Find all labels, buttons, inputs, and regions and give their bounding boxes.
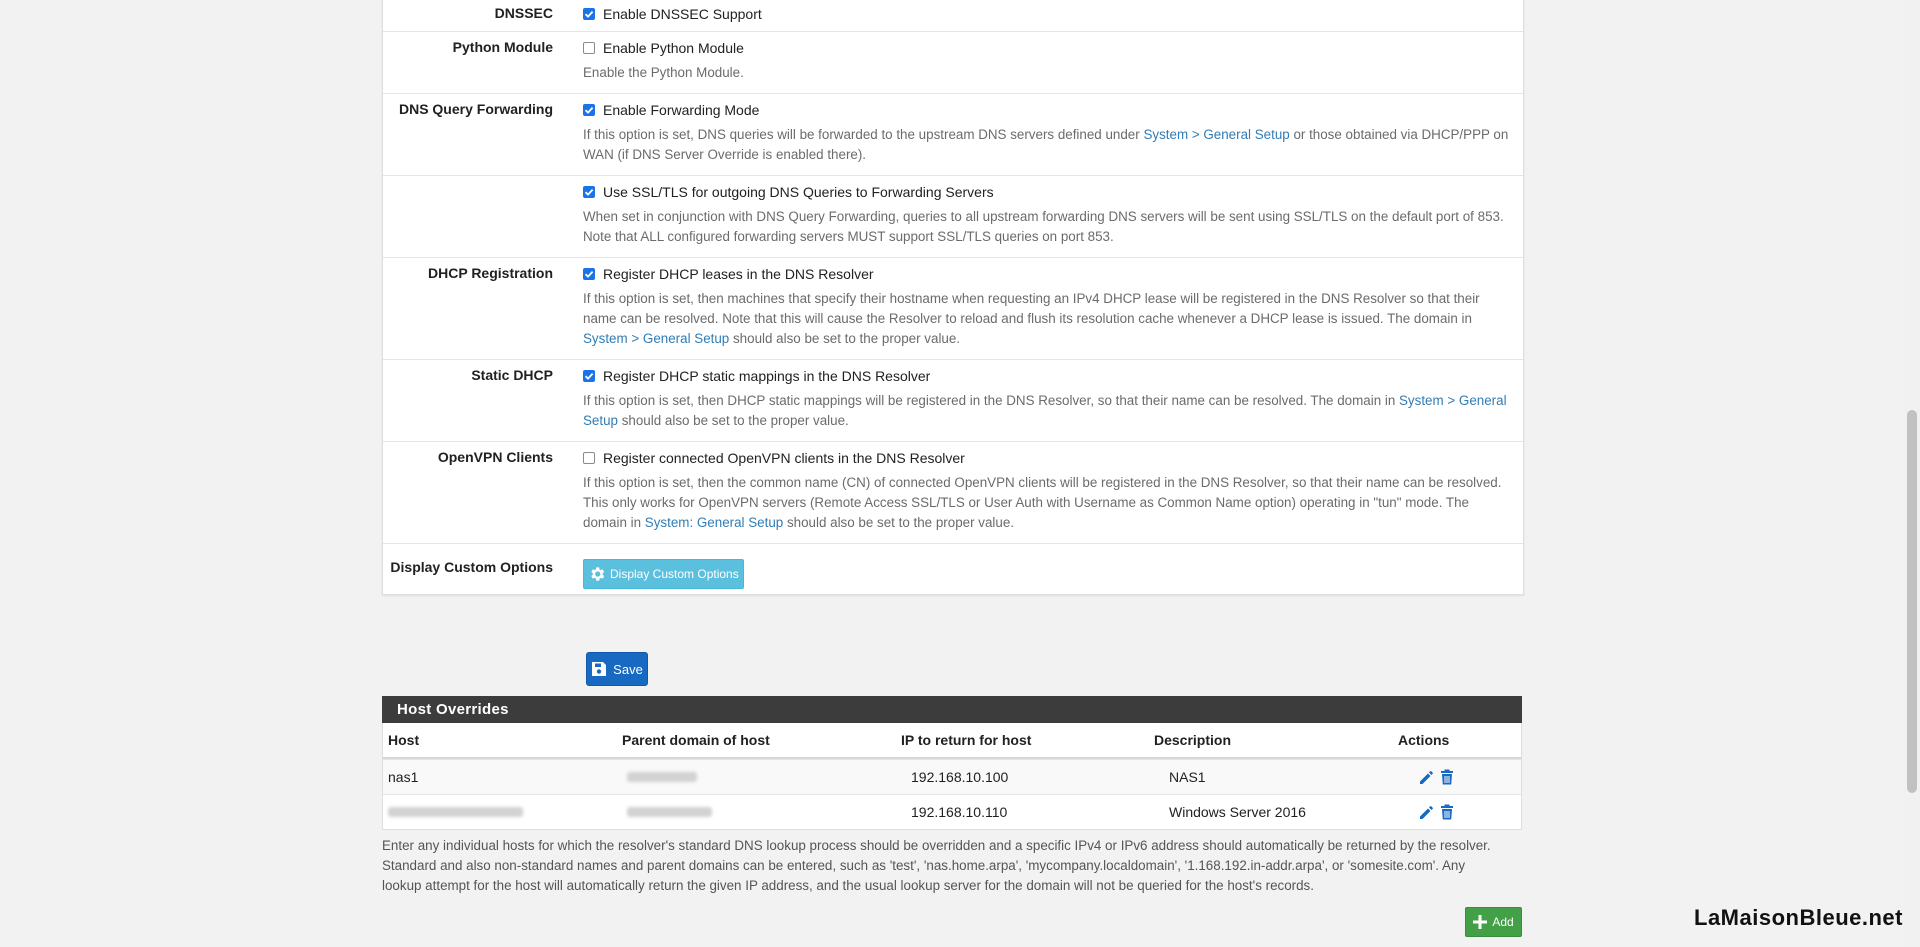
host-overrides-help: Enter any individual hosts for which the… [382,838,1491,893]
dnssec-label: DNSSEC [494,5,553,21]
static-dhcp-checkbox-label[interactable]: Register DHCP static mappings in the DNS… [603,368,930,384]
openvpn-clients-checkbox-label[interactable]: Register connected OpenVPN clients in th… [603,450,965,466]
dhcp-registration-help-text-end: should also be set to the proper value. [729,331,961,346]
ip-cell: 192.168.10.110 [911,804,1008,820]
scrollbar-thumb[interactable] [1907,410,1917,793]
description-cell: Windows Server 2016 [1169,804,1306,820]
add-label[interactable]: Add [1492,915,1513,929]
dns-query-forwarding-label: DNS Query Forwarding [398,101,553,117]
host-overrides-table: Host Parent domain of host IP to return … [382,723,1522,830]
column-header-host[interactable]: Host [383,732,622,748]
python-module-help: Enable the Python Module. [583,65,744,80]
dnssec-checkbox[interactable] [583,8,595,20]
dhcp-registration-help: If this option is set, then machines tha… [583,289,1515,349]
forwarding-help: If this option is set, DNS queries will … [583,125,1515,165]
static-dhcp-help-text: If this option is set, then DHCP static … [583,393,1399,408]
dhcp-registration-checkbox[interactable] [583,268,595,280]
parent-domain-cell [622,804,906,820]
ssl-tls-label [383,176,553,257]
trash-icon[interactable] [1438,768,1456,786]
parent-domain-cell [622,769,906,785]
openvpn-clients-checkbox[interactable] [583,452,595,464]
python-module-label: Python Module [452,39,553,55]
row-dnssec: DNSSEC Enable DNSSEC Support [383,0,1523,31]
save-icon [592,662,607,676]
static-dhcp-checkbox[interactable] [583,370,595,382]
trash-icon[interactable] [1438,803,1456,821]
general-setup-link[interactable]: System: General Setup [645,515,783,530]
row-python-module: Python Module Enable Python Module Enabl… [383,31,1523,93]
row-custom-options: Display Custom Options Display Custom Op… [383,543,1523,594]
static-dhcp-help-text-end: should also be set to the proper value. [618,413,849,428]
openvpn-clients-label: OpenVPN Clients [437,449,553,465]
gear-icon [591,567,605,581]
forwarding-help-text: If this option is set, DNS queries will … [583,127,1144,142]
display-custom-options-label[interactable]: Display Custom Options [610,567,739,581]
column-header-ip[interactable]: IP to return for host [901,732,1154,748]
column-header-parent-domain[interactable]: Parent domain of host [622,732,901,748]
host-overrides-title: Host Overrides [382,696,1522,723]
vertical-scrollbar[interactable] [1903,0,1920,947]
row-dhcp-registration: DHCP Registration Register DHCP leases i… [383,257,1523,359]
row-openvpn-clients: OpenVPN Clients Register connected OpenV… [383,441,1523,543]
general-setup-link[interactable]: System > General Setup [1143,127,1289,142]
custom-options-label: Display Custom Options [390,559,553,575]
static-dhcp-help: If this option is set, then DHCP static … [583,391,1515,431]
openvpn-clients-help: If this option is set, then the common n… [583,473,1515,533]
dnssec-checkbox-label[interactable]: Enable DNSSEC Support [603,6,762,22]
ssl-tls-checkbox-label[interactable]: Use SSL/TLS for outgoing DNS Queries to … [603,184,994,200]
plus-icon [1473,915,1488,929]
actions-cell [1413,803,1521,821]
save-button[interactable]: Save [586,652,648,686]
ssl-tls-help: When set in conjunction with DNS Query F… [583,209,1504,244]
dhcp-registration-checkbox-label[interactable]: Register DHCP leases in the DNS Resolver [603,266,874,282]
watermark: LaMaisonBleue.net [1694,905,1903,930]
row-ssl-tls: Use SSL/TLS for outgoing DNS Queries to … [383,175,1523,257]
table-row[interactable]: nas1 192.168.10.100 NAS1 [383,759,1521,794]
general-setup-link[interactable]: System > General Setup [583,331,729,346]
ip-cell: 192.168.10.100 [911,769,1009,785]
table-row[interactable]: 192.168.10.110 Windows Server 2016 [383,794,1521,829]
add-button[interactable]: Add [1465,907,1522,937]
static-dhcp-label: Static DHCP [471,367,553,383]
row-static-dhcp: Static DHCP Register DHCP static mapping… [383,359,1523,441]
pencil-icon[interactable] [1418,768,1436,786]
python-module-checkbox-label[interactable]: Enable Python Module [603,40,744,56]
save-label[interactable]: Save [613,662,643,677]
forwarding-mode-checkbox[interactable] [583,104,595,116]
actions-cell [1413,768,1521,786]
display-custom-options-button[interactable]: Display Custom Options [583,559,744,589]
host-blurred [388,807,523,817]
host-cell: nas1 [388,769,419,785]
column-header-description[interactable]: Description [1154,732,1398,748]
row-dns-query-forwarding: DNS Query Forwarding Enable Forwarding M… [383,93,1523,175]
python-module-checkbox[interactable] [583,42,595,54]
openvpn-help-text-end: should also be set to the proper value. [783,515,1015,530]
table-header-row: Host Parent domain of host IP to return … [383,723,1521,759]
dhcp-registration-label: DHCP Registration [428,265,553,281]
dhcp-registration-help-text: If this option is set, then machines tha… [583,291,1480,326]
description-cell: NAS1 [1169,769,1206,785]
column-header-actions: Actions [1398,732,1450,748]
resolver-settings-panel: DNSSEC Enable DNSSEC Support Python Modu… [382,0,1524,595]
forwarding-mode-checkbox-label[interactable]: Enable Forwarding Mode [603,102,759,118]
ssl-tls-checkbox[interactable] [583,186,595,198]
pencil-icon[interactable] [1418,803,1436,821]
host-cell [383,804,622,820]
